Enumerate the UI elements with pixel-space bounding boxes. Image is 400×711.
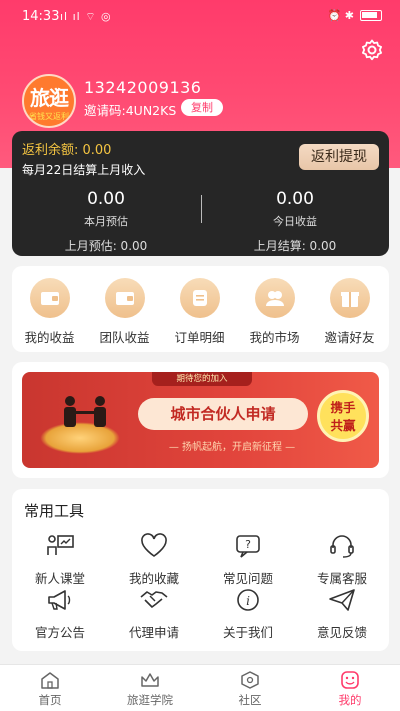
tool-announcements[interactable]: 官方公告 xyxy=(14,587,106,641)
signal-icon: ıl ıl ⌔ ◎ xyxy=(60,10,112,23)
crown-icon xyxy=(141,673,159,687)
invite-code: 邀请码:4UN2KS xyxy=(84,103,177,118)
avatar-logo-subtext: 省钱又返利 xyxy=(29,112,69,121)
tab-academy[interactable]: 旅逛学院 xyxy=(100,671,200,708)
rebate-card: 返利余额: 0.00 每月22日结算上月收入 返利提现 0.00 本月预估 上月… xyxy=(12,131,389,256)
tool-about-us[interactable]: i 关于我们 xyxy=(202,587,294,641)
tool-label: 意见反馈 xyxy=(316,625,367,640)
tab-home[interactable]: 首页 xyxy=(0,671,100,708)
home-icon xyxy=(41,672,59,689)
tool-newbie-class[interactable]: 新人课堂 xyxy=(14,533,106,587)
info-icon: i xyxy=(237,589,259,611)
tool-label: 关于我们 xyxy=(222,625,273,640)
svg-text:i: i xyxy=(246,594,250,608)
settle-note: 每月22日结算上月收入 xyxy=(22,163,146,177)
settings-gear-icon[interactable] xyxy=(360,38,384,62)
common-tools-card: 常用工具 新人课堂 我的收藏 ? 常见问题 专属客服 官方公告 代理申请 i 关… xyxy=(12,489,389,651)
quick-link-my-market[interactable]: 我的市场 xyxy=(237,278,312,346)
status-time: 14:33 xyxy=(22,9,60,24)
smile-icon xyxy=(341,671,359,689)
tool-my-favorites[interactable]: 我的收藏 xyxy=(108,533,200,587)
handshake-icon xyxy=(140,591,168,608)
wallet-icon xyxy=(29,278,70,318)
quick-links-card: 我的收益 团队收益 订单明细 我的市场 邀请好友 xyxy=(12,266,389,352)
wallet-icon xyxy=(104,278,145,318)
tab-label: 我的 xyxy=(338,693,362,707)
copy-invite-button[interactable]: 复制 xyxy=(181,99,223,116)
tool-agent-application[interactable]: 代理申请 xyxy=(108,587,200,641)
tool-label: 新人课堂 xyxy=(34,571,85,586)
classroom-icon xyxy=(47,535,74,555)
banner-tag: 期待您的加入 xyxy=(152,372,252,386)
quick-link-label: 邀请好友 xyxy=(324,330,375,345)
status-bar: 14:33 ıl ıl ⌔ ◎ ⏰ ✱ xyxy=(0,0,400,34)
gift-icon xyxy=(329,278,370,318)
hexagon-icon xyxy=(241,671,259,689)
banner-title: 城市合伙人申请 xyxy=(138,398,308,430)
tab-mine[interactable]: 我的 xyxy=(300,671,400,708)
heart-icon xyxy=(141,533,167,557)
tab-label: 社区 xyxy=(238,693,262,707)
avatar[interactable]: 旅逛 省钱又返利 xyxy=(22,74,76,128)
partner-banner[interactable]: 期待您的加入 城市合伙人申请 — 扬帆起航，开启新征程 — 携手 共赢 xyxy=(22,372,379,468)
tool-feedback[interactable]: 意见反馈 xyxy=(296,587,388,641)
month-estimate[interactable]: 0.00 本月预估 上月预估: 0.00 xyxy=(12,189,200,254)
rebate-balance: 返利余额: 0.00 xyxy=(22,143,112,158)
last-month-estimate: 上月预估: 0.00 xyxy=(64,239,148,253)
today-earnings[interactable]: 0.00 今日收益 上月结算: 0.00 xyxy=(201,189,389,254)
quick-link-team-earnings[interactable]: 团队收益 xyxy=(87,278,162,346)
quick-link-order-details[interactable]: 订单明细 xyxy=(162,278,237,346)
banner-badge-line2: 共赢 xyxy=(330,418,356,433)
tool-label: 我的收藏 xyxy=(128,571,179,586)
send-icon xyxy=(329,589,355,611)
battery-icon xyxy=(360,10,382,21)
quick-link-label: 团队收益 xyxy=(99,330,150,345)
user-phone: 13242009136 xyxy=(84,78,202,97)
tools-title: 常用工具 xyxy=(24,502,85,520)
tab-label: 旅逛学院 xyxy=(127,693,173,707)
order-icon xyxy=(179,278,220,318)
quick-link-label: 我的市场 xyxy=(249,330,300,345)
alarm-bluetooth-icon: ⏰ ✱ xyxy=(327,9,354,22)
tab-label: 首页 xyxy=(38,693,62,707)
tab-community[interactable]: 社区 xyxy=(200,671,300,708)
today-earnings-value: 0.00 xyxy=(276,189,314,209)
status-right: ⏰ ✱ xyxy=(328,9,382,22)
bottom-tab-bar: 首页 旅逛学院 社区 我的 xyxy=(0,664,400,711)
businessmen-silhouette-icon xyxy=(64,396,106,427)
month-estimate-label: 本月预估 xyxy=(84,215,128,228)
quick-link-label: 我的收益 xyxy=(24,330,75,345)
banner-badge: 携手 共赢 xyxy=(317,390,369,442)
tool-label: 官方公告 xyxy=(34,625,85,640)
tool-label: 专属客服 xyxy=(316,571,367,586)
quick-link-my-earnings[interactable]: 我的收益 xyxy=(12,278,87,346)
avatar-logo-text: 旅逛 xyxy=(30,86,69,110)
megaphone-icon xyxy=(48,590,71,610)
banner-badge-line1: 携手 xyxy=(330,400,356,415)
tool-label: 常见问题 xyxy=(222,571,273,586)
tool-customer-service[interactable]: 专属客服 xyxy=(296,533,388,587)
partner-banner-card[interactable]: 期待您的加入 城市合伙人申请 — 扬帆起航，开启新征程 — 携手 共赢 xyxy=(12,362,389,478)
banner-slogan: — 扬帆起航，开启新征程 — xyxy=(168,442,296,453)
quick-link-invite-friends[interactable]: 邀请好友 xyxy=(312,278,387,346)
tool-faq[interactable]: ? 常见问题 xyxy=(202,533,294,587)
withdraw-button[interactable]: 返利提现 xyxy=(299,144,379,170)
tool-label: 代理申请 xyxy=(128,625,179,640)
today-earnings-label: 今日收益 xyxy=(273,215,317,228)
faq-icon: ? xyxy=(236,535,260,558)
svg-text:?: ? xyxy=(245,538,251,551)
month-estimate-value: 0.00 xyxy=(87,189,125,209)
people-icon xyxy=(254,278,295,318)
quick-link-label: 订单明细 xyxy=(174,330,225,345)
last-month-settled: 上月结算: 0.00 xyxy=(253,239,337,253)
headset-icon xyxy=(330,535,354,558)
